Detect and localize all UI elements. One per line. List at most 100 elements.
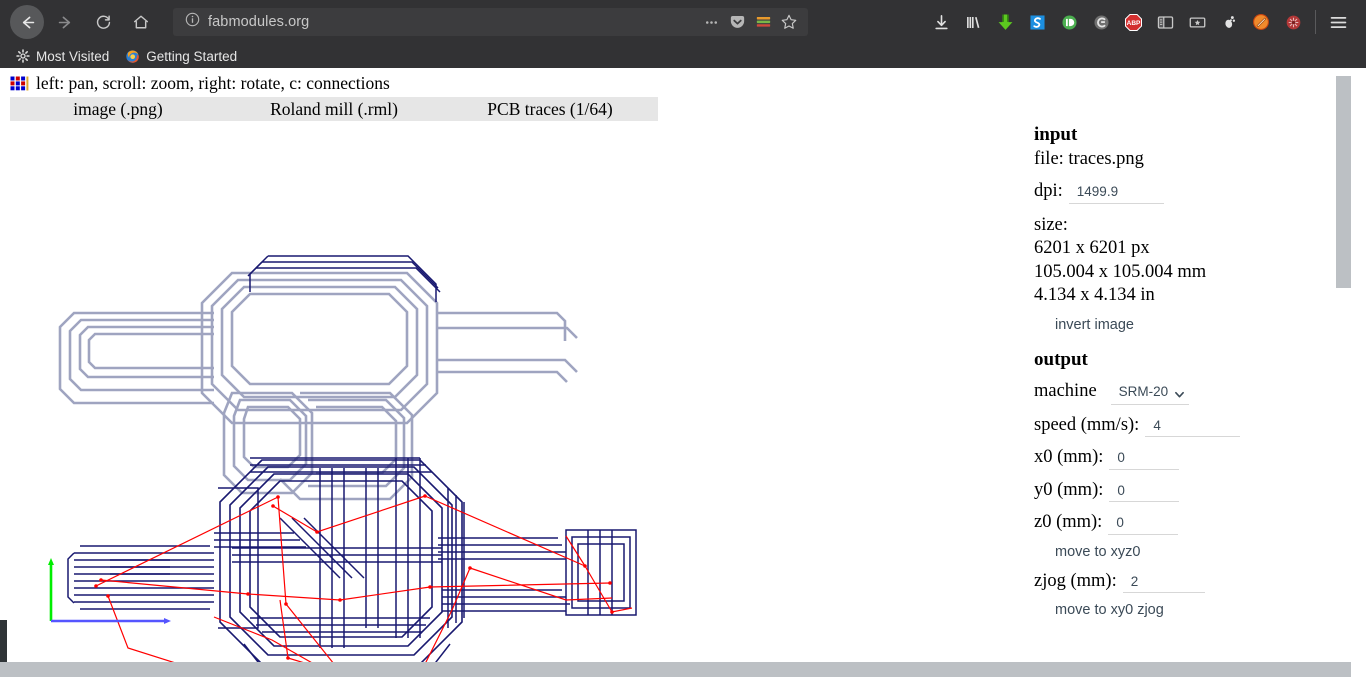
home-button[interactable] — [124, 5, 158, 39]
orange-hammer-icon[interactable] — [1245, 6, 1277, 38]
size-pixels: 6201 x 6201 px — [1034, 237, 1334, 260]
bookmark-label: Getting Started — [146, 49, 237, 64]
invert-image-button[interactable]: invert image — [1055, 317, 1134, 333]
machine-label: machine — [1034, 380, 1097, 402]
s-extension-icon[interactable] — [1021, 6, 1053, 38]
move-to-xyz0-button[interactable]: move to xyz0 — [1055, 544, 1140, 560]
pocket-icon[interactable] — [724, 9, 750, 35]
screenshot-icon[interactable] — [1181, 6, 1213, 38]
back-arrow-icon — [19, 14, 36, 31]
move-to-xy0-zjog-button[interactable]: move to xy0 zjog — [1055, 602, 1164, 618]
navigation-toolbar: fabmodules.org — [0, 0, 1366, 44]
bookmark-getting-started[interactable]: Getting Started — [119, 48, 243, 65]
page-horizontal-scrollbar[interactable] — [0, 662, 1366, 677]
downthemall-icon[interactable] — [989, 6, 1021, 38]
sidebar-icon[interactable] — [1149, 6, 1181, 38]
speed-label: speed (mm/s): — [1034, 414, 1139, 436]
back-button[interactable] — [10, 5, 44, 39]
z0-input[interactable] — [1108, 515, 1178, 535]
green-download-icon — [995, 12, 1016, 33]
size-inches: 4.134 x 4.134 in — [1034, 284, 1334, 307]
svg-text:ABP: ABP — [1126, 20, 1140, 27]
extensions-toolbar: ABP — [925, 0, 1358, 44]
green-circle-id-icon — [1060, 13, 1079, 32]
reload-icon — [95, 14, 112, 31]
forward-button[interactable] — [48, 5, 82, 39]
dpi-input[interactable] — [1069, 184, 1164, 204]
star-icon — [780, 13, 798, 31]
toolpath-render[interactable] — [0, 128, 1020, 662]
speed-input[interactable] — [1145, 417, 1240, 437]
bookmark-star-icon[interactable] — [776, 9, 802, 35]
menu-item-input-format[interactable]: image (.png) — [10, 99, 226, 120]
size-block: size: 6201 x 6201 px 105.004 x 105.004 m… — [1034, 214, 1334, 308]
forward-arrow-icon — [57, 14, 74, 31]
horizontal-scrollbar-thumb[interactable] — [13, 662, 1351, 677]
page-vertical-scrollbar[interactable] — [1336, 68, 1351, 662]
machine-select-wrap[interactable]: SRM-20 — [1103, 383, 1189, 405]
dpi-field-row: dpi: — [1034, 180, 1334, 204]
gnome-foot-icon — [1220, 13, 1239, 32]
hamburger-menu-icon[interactable] — [1322, 6, 1354, 38]
speed-field-row: speed (mm/s): — [1034, 414, 1334, 438]
abp-octagon-icon: ABP — [1123, 12, 1144, 33]
downloads-icon[interactable] — [925, 6, 957, 38]
y0-field-row: y0 (mm): — [1034, 479, 1334, 503]
gear-icon — [16, 49, 30, 63]
size-label: size: — [1034, 214, 1334, 237]
scrollbar-corner — [0, 662, 13, 677]
spider-circle-icon — [1284, 13, 1303, 32]
url-bar[interactable]: fabmodules.org — [173, 8, 808, 36]
library-icon[interactable] — [957, 6, 989, 38]
ghostery-icon[interactable] — [1085, 6, 1117, 38]
viewport-hint-text: left: pan, scroll: zoom, right: rotate, … — [36, 73, 390, 94]
red-spider-icon[interactable] — [1277, 6, 1309, 38]
download-arrow-icon — [932, 13, 951, 32]
x0-field-row: x0 (mm): — [1034, 446, 1334, 470]
adblock-plus-icon[interactable]: ABP — [1117, 6, 1149, 38]
firefox-icon — [125, 49, 140, 64]
ellipsis-icon — [703, 14, 720, 31]
app-header: left: pan, scroll: zoom, right: rotate, … — [10, 73, 390, 94]
zjog-label: zjog (mm): — [1034, 570, 1117, 592]
gnome-icon[interactable] — [1213, 6, 1245, 38]
fabmodules-logo-icon[interactable] — [10, 76, 29, 91]
reload-button[interactable] — [86, 5, 120, 39]
browser-chrome: fabmodules.org — [0, 0, 1366, 68]
bookmarks-toolbar: Most Visited Getting Started — [0, 44, 1366, 68]
zjog-field-row: zjog (mm): — [1034, 570, 1334, 594]
menu-item-process[interactable]: PCB traces (1/64) — [442, 99, 658, 120]
machine-select[interactable]: SRM-20 — [1111, 383, 1189, 405]
format-menu-strip: image (.png) Roland mill (.rml) PCB trac… — [10, 97, 658, 121]
url-text[interactable]: fabmodules.org — [208, 14, 698, 30]
x0-label: x0 (mm): — [1034, 446, 1103, 468]
machine-field-row: machine SRM-20 — [1034, 380, 1334, 405]
left-edge-handle[interactable] — [0, 620, 7, 662]
bookmark-most-visited[interactable]: Most Visited — [10, 48, 115, 65]
page-actions-icon[interactable] — [698, 9, 724, 35]
input-section-heading: input — [1034, 123, 1334, 147]
size-millimeters: 105.004 x 105.004 mm — [1034, 261, 1334, 284]
z0-label: z0 (mm): — [1034, 511, 1102, 533]
fabmodules-app: left: pan, scroll: zoom, right: rotate, … — [0, 68, 1351, 662]
reader-mode-icon[interactable] — [750, 9, 776, 35]
vertical-scrollbar-thumb[interactable] — [1336, 76, 1351, 288]
output-section-heading: output — [1034, 348, 1334, 372]
pushbullet-icon[interactable] — [1053, 6, 1085, 38]
zjog-input[interactable] — [1123, 573, 1205, 593]
menu-item-output-format[interactable]: Roland mill (.rml) — [226, 99, 442, 120]
toolbar-separator — [1315, 10, 1316, 34]
x0-input[interactable] — [1109, 450, 1179, 470]
camera-frame-icon — [1188, 13, 1207, 32]
site-identity-icon[interactable] — [185, 12, 200, 32]
blue-s-icon — [1028, 13, 1047, 32]
dpi-label: dpi: — [1034, 180, 1063, 202]
y0-input[interactable] — [1109, 482, 1179, 502]
bookmark-label: Most Visited — [36, 49, 109, 64]
info-circle-icon — [185, 12, 200, 27]
y0-label: y0 (mm): — [1034, 479, 1103, 501]
toolpath-viewport[interactable] — [0, 128, 1020, 662]
reader-stack-icon — [754, 13, 773, 32]
page-viewport: left: pan, scroll: zoom, right: rotate, … — [0, 68, 1366, 677]
grey-c-icon — [1092, 13, 1111, 32]
